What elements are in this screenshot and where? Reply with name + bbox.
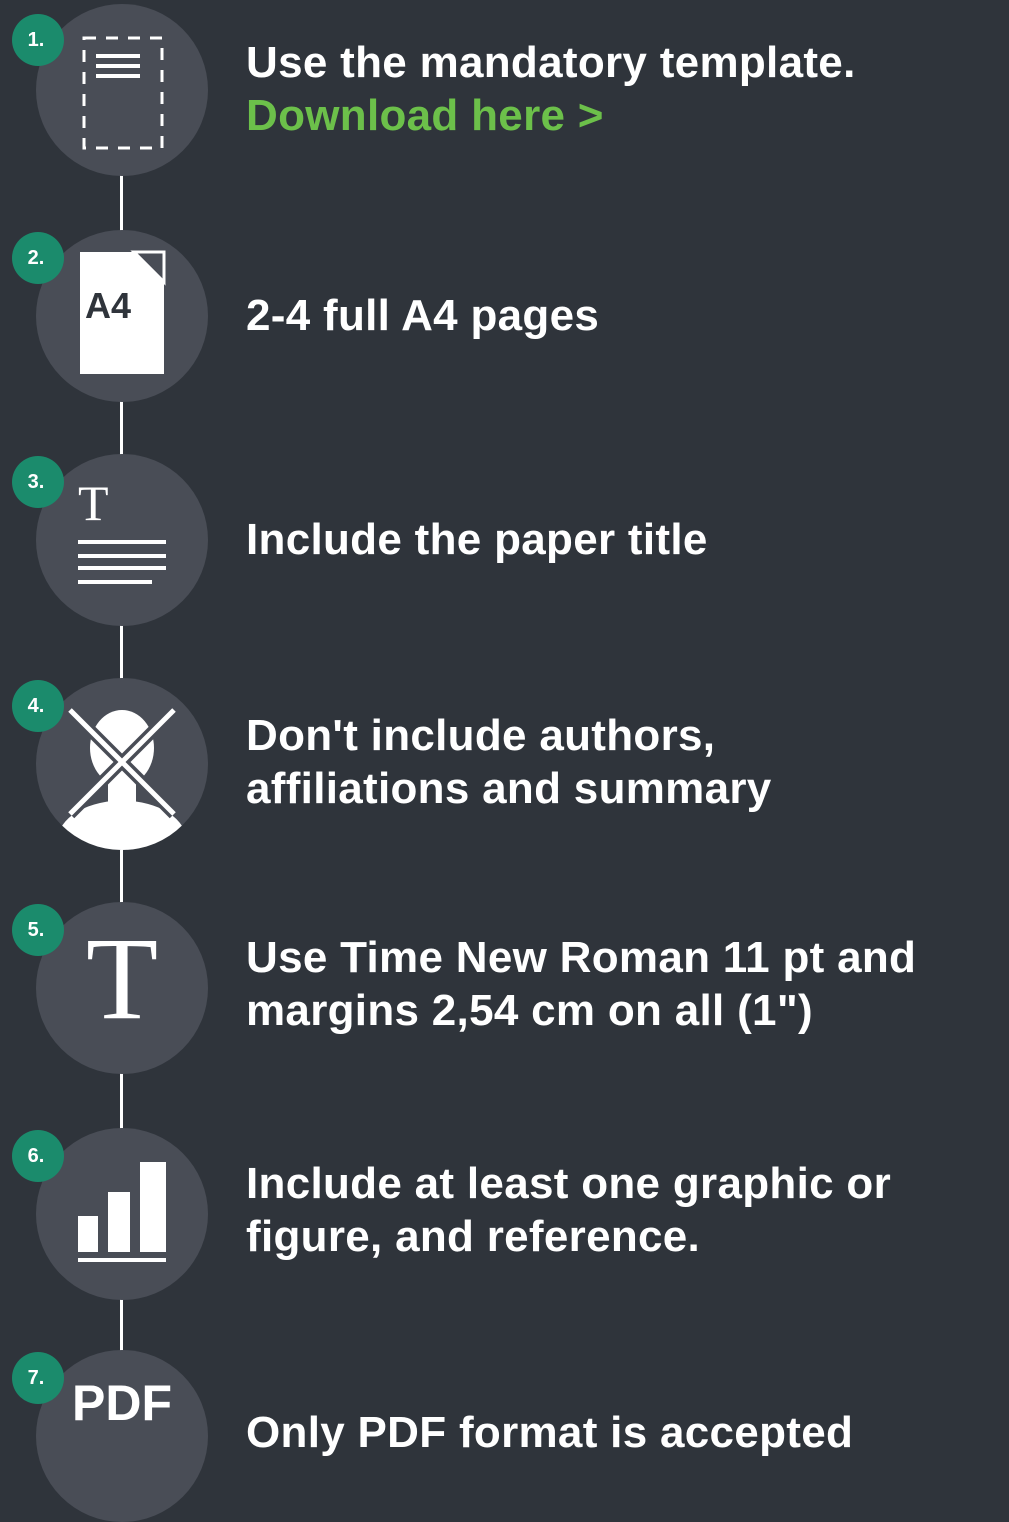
step-number-badge: 6. [12,1130,64,1182]
step-text-line: Include the paper title [246,515,708,564]
connector-line [120,1296,123,1352]
step-5-text: Use Time New Roman 11 pt and margins 2,5… [246,931,916,1037]
step-number-badge: 3. [12,456,64,508]
step-text-line: affiliations and summary [246,764,772,813]
connector-line [120,848,123,906]
step-number-badge: 2. [12,232,64,284]
connector-line [120,172,123,236]
step-text-line: Use the mandatory template. [246,38,856,87]
step-6-text: Include at least one graphic or figure, … [246,1157,891,1263]
step-7-text: Only PDF format is accepted [246,1406,853,1459]
step-number-badge: 5. [12,904,64,956]
step-2-text: 2-4 full A4 pages [246,289,599,342]
step-text-line: Don't include authors, [246,711,716,760]
connector-line [120,624,123,680]
step-text-line: margins 2,54 cm on all (1") [246,986,813,1035]
connector-line [120,1072,123,1132]
download-template-link[interactable]: Download here > [246,89,856,142]
step-text-line: Only PDF format is accepted [246,1408,854,1457]
step-3-text: Include the paper title [246,513,708,566]
step-text-line: figure, and reference. [246,1212,701,1261]
step-number-badge: 4. [12,680,64,732]
step-4-text: Don't include authors, affiliations and … [246,709,772,815]
step-text-line: Use Time New Roman 11 pt and [246,933,917,982]
step-1-text: Use the mandatory template. Download her… [246,36,856,142]
step-text-line: 2-4 full A4 pages [246,291,600,340]
step-text-line: Include at least one graphic or [246,1159,892,1208]
connector-line [120,400,123,456]
step-number-badge: 7. [12,1352,64,1404]
font-t-icon: T [86,913,159,1044]
a4-icon-label: A4 [84,285,132,326]
step-number-badge: 1. [12,14,64,66]
